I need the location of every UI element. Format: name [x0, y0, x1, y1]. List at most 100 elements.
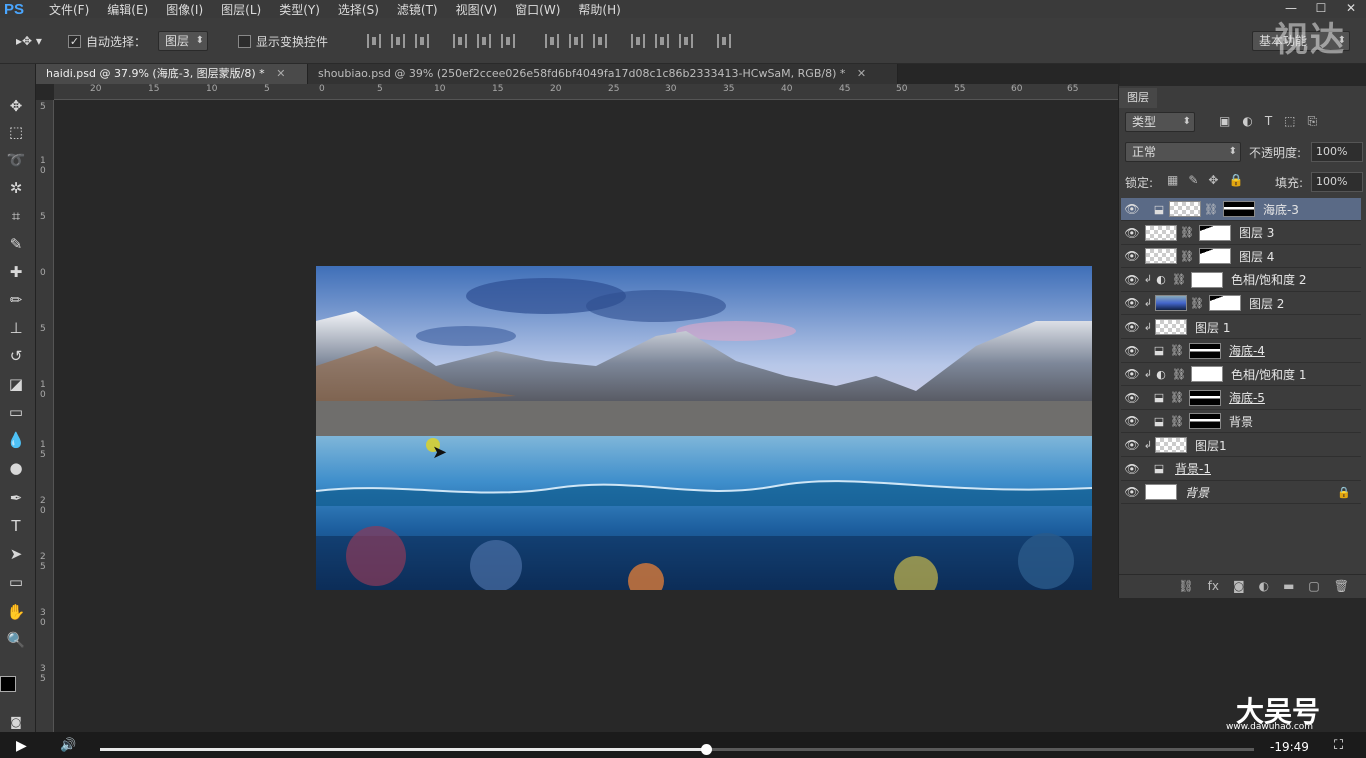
- foreground-color-swatch[interactable]: [0, 676, 16, 692]
- layer-filter-dropdown[interactable]: 类型: [1125, 112, 1195, 132]
- layer-row[interactable]: 👁 背景 🔒: [1121, 481, 1361, 505]
- show-transform-checkbox[interactable]: 显示变换控件: [238, 31, 328, 51]
- visibility-eye-icon[interactable]: 👁: [1121, 344, 1143, 358]
- image-filter-icon[interactable]: ▣: [1219, 114, 1230, 129]
- healing-brush-icon[interactable]: ✚: [4, 260, 28, 284]
- menu-view[interactable]: 视图(V): [447, 1, 507, 18]
- smart-filter-icon[interactable]: ⎘: [1308, 114, 1318, 129]
- layer-name[interactable]: 背景: [1185, 484, 1209, 501]
- layer-row[interactable]: 👁 ⬓ ⛓ 海底-3: [1121, 198, 1361, 221]
- visibility-eye-icon[interactable]: 👁: [1121, 438, 1143, 452]
- shape-filter-icon[interactable]: ⬚: [1284, 114, 1295, 129]
- layer-mask-thumbnail[interactable]: [1188, 389, 1221, 406]
- layer-name[interactable]: 海底-5: [1229, 389, 1265, 406]
- layer-mask-thumbnail[interactable]: [1198, 224, 1231, 241]
- layer-row[interactable]: 👁 ⛓ 图层 3: [1121, 222, 1361, 245]
- align-vcenter-icon[interactable]: [391, 34, 405, 48]
- play-icon[interactable]: ▶: [16, 738, 27, 754]
- visibility-eye-icon[interactable]: 👁: [1121, 391, 1143, 405]
- layer-name[interactable]: 色相/饱和度 1: [1231, 366, 1307, 383]
- mask-link-icon[interactable]: ⛓: [1172, 273, 1186, 286]
- layers-panel-title[interactable]: 图层: [1119, 88, 1157, 108]
- add-mask-icon[interactable]: ◙: [1233, 579, 1245, 593]
- auto-select-checkbox[interactable]: ✓ 自动选择：: [68, 31, 146, 51]
- visibility-eye-icon[interactable]: 👁: [1121, 296, 1143, 310]
- layer-mask-thumbnail[interactable]: [1188, 413, 1221, 430]
- menu-select[interactable]: 选择(S): [329, 1, 388, 18]
- crop-tool-icon[interactable]: ⌗: [4, 204, 28, 228]
- magic-wand-icon[interactable]: ✲: [4, 176, 28, 200]
- mask-link-icon[interactable]: ⛓: [1190, 297, 1204, 310]
- layer-name[interactable]: 色相/饱和度 2: [1231, 271, 1307, 288]
- layer-name[interactable]: 背景-1: [1175, 460, 1211, 477]
- adjustment-layer-icon[interactable]: ◐: [1259, 579, 1269, 593]
- type-tool-icon[interactable]: T: [4, 514, 28, 538]
- tab-haidi[interactable]: haidi.psd @ 37.9% (海底-3, 图层蒙版/8) * ✕: [36, 64, 308, 84]
- visibility-eye-icon[interactable]: 👁: [1121, 414, 1143, 428]
- mask-link-icon[interactable]: ⛓: [1180, 226, 1194, 239]
- layer-mask-thumbnail[interactable]: [1190, 366, 1223, 383]
- mask-link-icon[interactable]: ⛓: [1180, 250, 1194, 263]
- lock-pixels-icon[interactable]: ✎: [1188, 173, 1198, 187]
- fill-input[interactable]: 100%: [1311, 172, 1363, 192]
- lasso-tool-icon[interactable]: ➰: [4, 148, 28, 172]
- align-right-icon[interactable]: [501, 34, 515, 48]
- lock-position-icon[interactable]: ✥: [1208, 173, 1218, 187]
- layer-name[interactable]: 图层1: [1195, 437, 1227, 454]
- menu-help[interactable]: 帮助(H): [569, 1, 629, 18]
- auto-align-icon[interactable]: [717, 34, 731, 48]
- pen-tool-icon[interactable]: ✒: [4, 486, 28, 510]
- layer-thumbnail[interactable]: [1155, 319, 1187, 335]
- layer-row[interactable]: 👁 ↲ ◐ ⛓ 色相/饱和度 2: [1121, 269, 1361, 292]
- fullscreen-icon[interactable]: ⛶: [1334, 738, 1343, 753]
- close-icon[interactable]: ✕: [857, 67, 866, 80]
- align-bottom-icon[interactable]: [415, 34, 429, 48]
- layer-name[interactable]: 背景: [1229, 413, 1253, 430]
- visibility-eye-icon[interactable]: 👁: [1121, 320, 1143, 334]
- layer-name[interactable]: 图层 2: [1249, 295, 1284, 312]
- layer-name[interactable]: 图层 1: [1195, 319, 1230, 336]
- mask-link-icon[interactable]: ⛓: [1170, 344, 1184, 357]
- menu-type[interactable]: 类型(Y): [270, 1, 329, 18]
- distribute-left-icon[interactable]: [631, 34, 645, 48]
- mask-link-icon[interactable]: ⛓: [1204, 203, 1218, 216]
- gradient-tool-icon[interactable]: ▭: [4, 400, 28, 424]
- blend-mode-dropdown[interactable]: 正常: [1125, 142, 1241, 162]
- lock-transparent-icon[interactable]: ▦: [1167, 173, 1178, 187]
- volume-icon[interactable]: 🔊: [60, 738, 76, 753]
- distribute-right-icon[interactable]: [679, 34, 693, 48]
- layer-mask-thumbnail[interactable]: [1198, 248, 1231, 265]
- visibility-eye-icon[interactable]: 👁: [1121, 367, 1143, 381]
- eyedropper-icon[interactable]: ✎: [4, 232, 28, 256]
- new-layer-icon[interactable]: ▢: [1308, 579, 1319, 593]
- canvas-area[interactable]: ➤: [54, 100, 1118, 732]
- layer-name[interactable]: 图层 3: [1239, 224, 1274, 241]
- move-tool-icon[interactable]: ✥: [4, 94, 28, 118]
- layer-thumbnail[interactable]: [1155, 437, 1187, 453]
- layer-row[interactable]: 👁 ⛓ 图层 4: [1121, 245, 1361, 269]
- lock-all-icon[interactable]: 🔒: [1228, 173, 1243, 187]
- history-brush-icon[interactable]: ↺: [4, 344, 28, 368]
- visibility-eye-icon[interactable]: 👁: [1121, 485, 1143, 499]
- layer-mask-thumbnail[interactable]: [1208, 295, 1241, 312]
- progress-track[interactable]: [100, 744, 1254, 755]
- mask-link-icon[interactable]: ⛓: [1170, 391, 1184, 404]
- layer-row[interactable]: 👁 ↲ 图层1: [1121, 434, 1361, 457]
- distribute-top-icon[interactable]: [545, 34, 559, 48]
- dodge-tool-icon[interactable]: ●: [4, 456, 28, 480]
- new-group-icon[interactable]: ▬: [1283, 579, 1294, 593]
- menu-layer[interactable]: 图层(L): [212, 1, 270, 18]
- layer-thumbnail[interactable]: [1169, 201, 1201, 217]
- align-hcenter-icon[interactable]: [477, 34, 491, 48]
- type-filter-icon[interactable]: T: [1265, 114, 1272, 129]
- layer-row[interactable]: 👁 ⬓ 背景-1: [1121, 458, 1361, 481]
- auto-select-dropdown[interactable]: 图层: [158, 31, 209, 51]
- hand-tool-icon[interactable]: ✋: [4, 600, 28, 624]
- menu-filter[interactable]: 滤镜(T): [388, 1, 447, 18]
- layer-mask-thumbnail[interactable]: [1188, 342, 1221, 359]
- layer-row[interactable]: 👁 ↲ ⛓ 图层 2: [1121, 292, 1361, 316]
- move-tool-preset[interactable]: ▸✥ ▾: [16, 31, 42, 51]
- layer-thumbnail[interactable]: [1145, 224, 1177, 241]
- quick-mask-icon[interactable]: ◙: [4, 710, 28, 734]
- eraser-tool-icon[interactable]: ◪: [4, 372, 28, 396]
